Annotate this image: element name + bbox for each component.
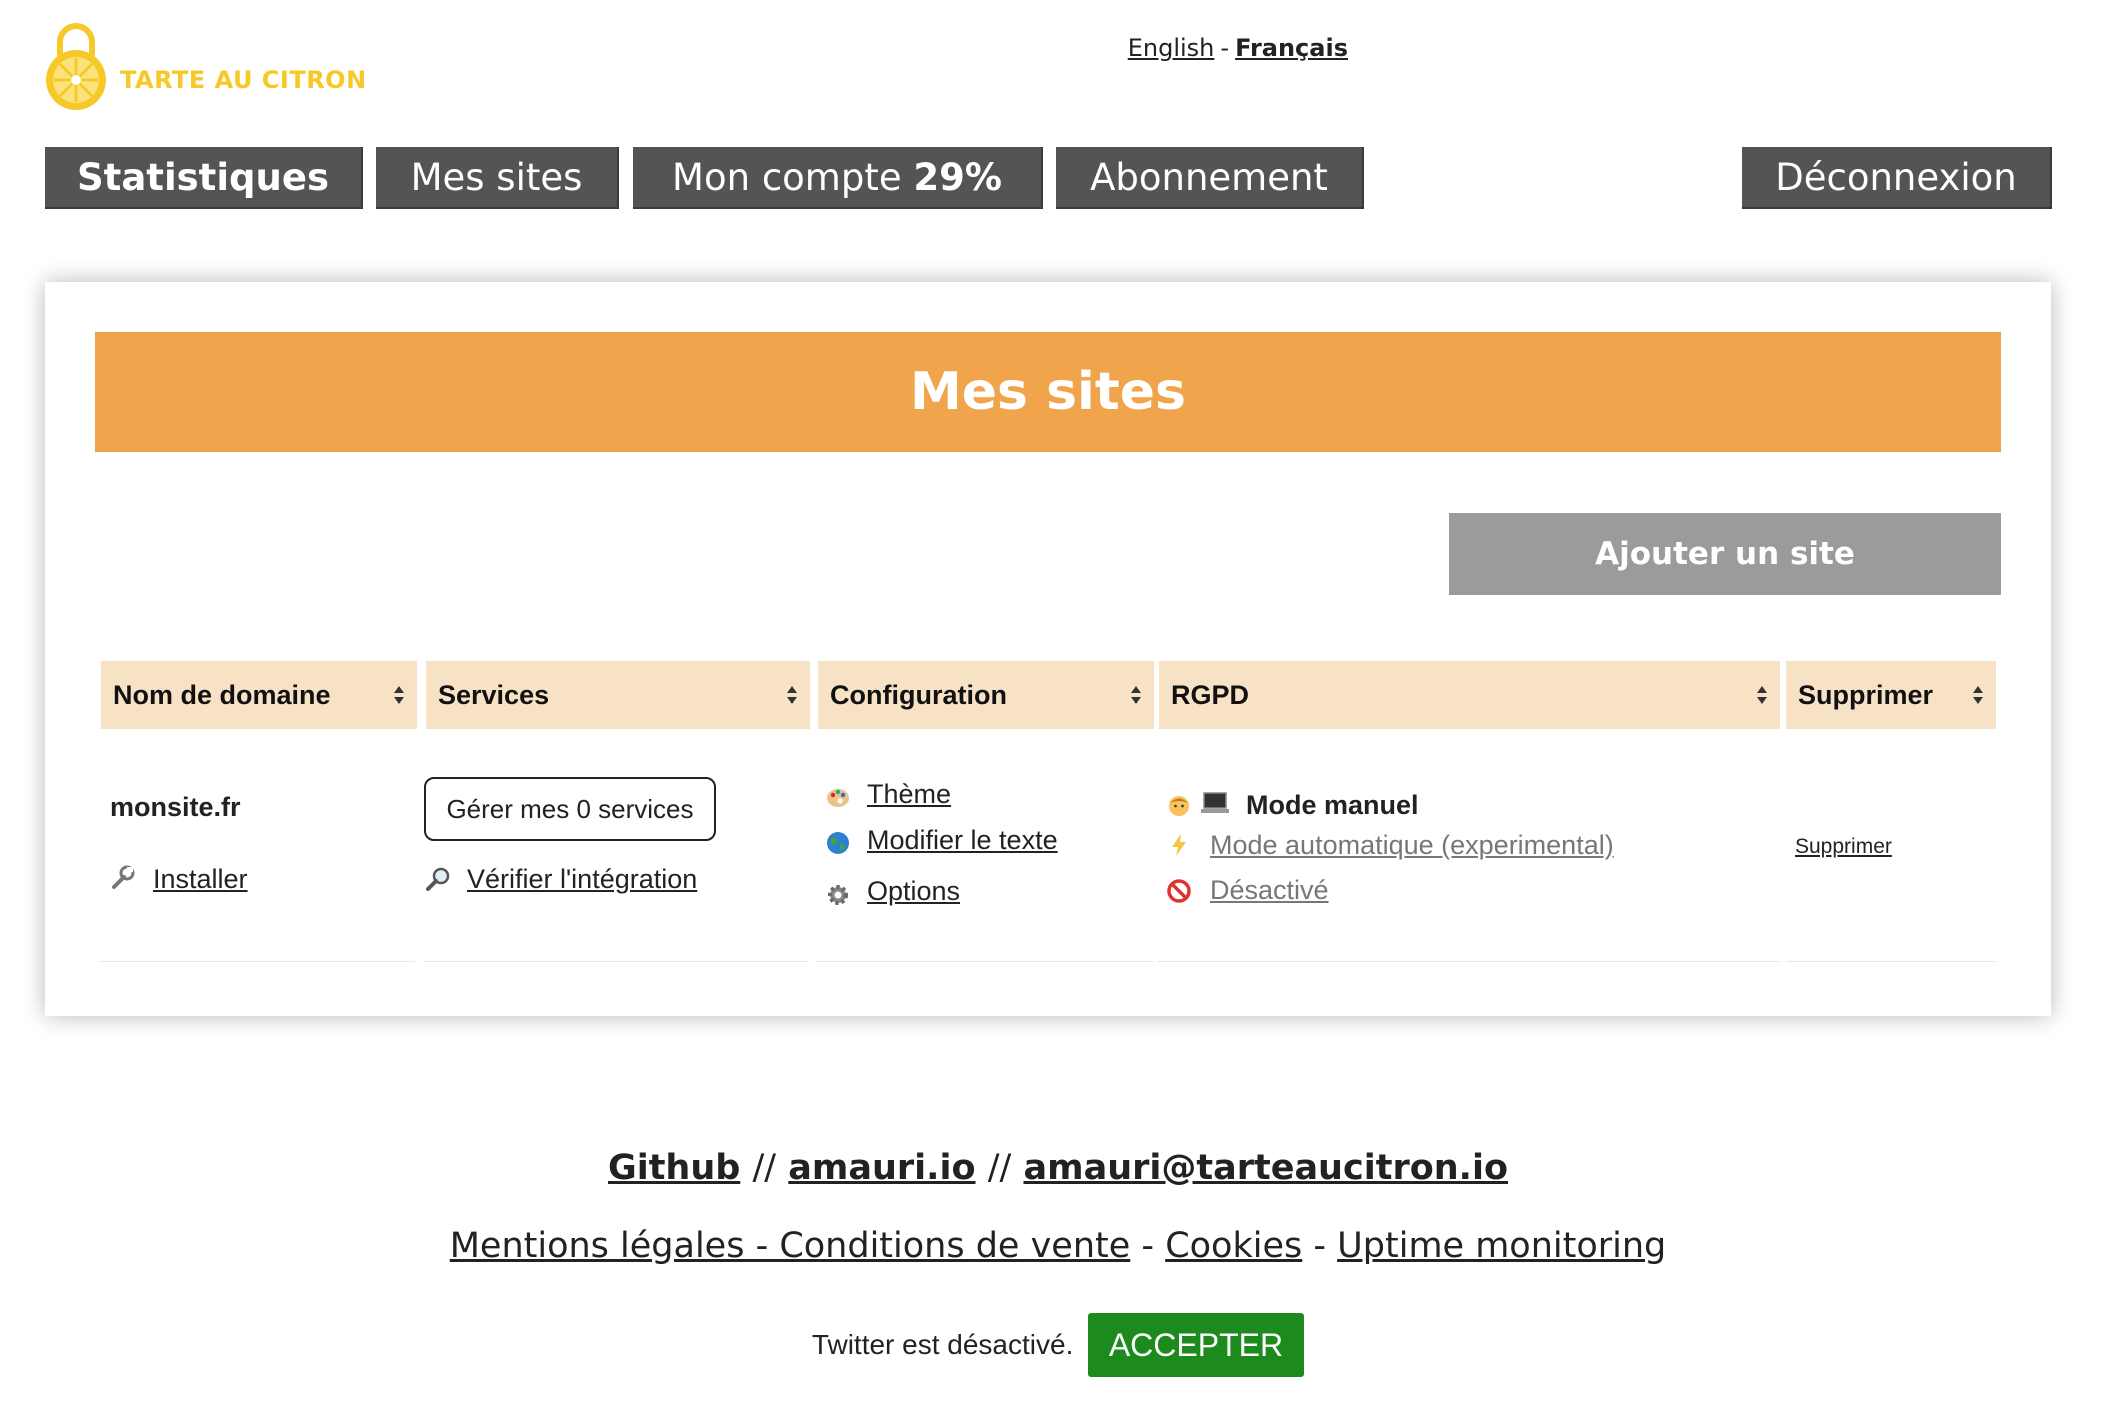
row-separator: [1786, 961, 1996, 962]
nav-account-label: Mon compte: [672, 156, 902, 199]
footer-separator: //: [987, 1148, 1012, 1188]
row-separator: [1157, 961, 1780, 962]
email-link[interactable]: amauri@tarteaucitron.io: [1023, 1148, 1508, 1188]
page: TARTE AU CITRON English - Français Statist…: [0, 0, 2116, 1422]
edit-text-link[interactable]: Modifier le texte: [867, 825, 1058, 856]
sort-icon: [787, 686, 797, 704]
column-header-domain[interactable]: Nom de domaine: [101, 661, 417, 729]
column-header-rgpd[interactable]: RGPD: [1159, 661, 1780, 729]
lang-french-link[interactable]: Français: [1235, 34, 1348, 62]
gear-icon: [828, 885, 848, 905]
lightning-icon: [1172, 834, 1186, 856]
account-completion-percent: 29%: [913, 156, 1002, 199]
delete-site-link[interactable]: Supprimer: [1795, 835, 1892, 859]
column-header-configuration[interactable]: Configuration: [818, 661, 1154, 729]
sites-card: Mes sites Ajouter un site Nom de domaine…: [45, 282, 2051, 1016]
add-site-button[interactable]: Ajouter un site: [1449, 513, 2001, 595]
uptime-monitoring-link[interactable]: Uptime monitoring: [1337, 1226, 1666, 1266]
options-link[interactable]: Options: [867, 876, 960, 907]
page-title: Mes sites: [95, 332, 2001, 452]
manage-services-button[interactable]: Gérer mes 0 services: [424, 777, 716, 841]
column-header-label: Nom de domaine: [113, 680, 331, 710]
install-link[interactable]: Installer: [153, 864, 248, 895]
logo[interactable]: TARTE AU CITRON: [42, 18, 367, 114]
footer-dash: -: [1141, 1226, 1155, 1266]
row-separator: [816, 961, 1153, 962]
language-switcher: English - Français: [1128, 34, 1348, 62]
globe-icon: [827, 832, 849, 854]
lemon-lock-icon: [46, 23, 106, 110]
accept-button[interactable]: ACCEPTER: [1087, 1313, 1305, 1377]
prohibited-icon: [1167, 879, 1191, 903]
column-header-delete[interactable]: Supprimer: [1786, 661, 1996, 729]
footer-dash: -: [1313, 1226, 1327, 1266]
top-navigation: Statistiques Mes sites Mon compte 29% Ab…: [45, 147, 2052, 211]
wrench-icon: [112, 865, 135, 889]
sort-icon: [394, 686, 404, 704]
column-header-label: Services: [438, 680, 550, 710]
nav-my-sites-button[interactable]: Mes sites: [376, 147, 619, 209]
footer-links-secondary: Mentions légales - Conditions de vente -…: [0, 1226, 2116, 1266]
nav-statistics-button[interactable]: Statistiques: [45, 147, 363, 209]
row-separator: [99, 961, 415, 962]
legal-terms-link[interactable]: Mentions légales - Conditions de vente: [450, 1226, 1131, 1266]
column-header-label: Supprimer: [1798, 680, 1934, 710]
palette-icon: [827, 789, 849, 807]
mode-automatic-link[interactable]: Mode automatique (experimental): [1210, 830, 1614, 861]
row-separator: [424, 961, 809, 962]
person-icon: [1169, 796, 1189, 816]
amauri-site-link[interactable]: amauri.io: [788, 1148, 975, 1188]
column-header-label: Configuration: [830, 680, 1007, 710]
nav-subscription-button[interactable]: Abonnement: [1056, 147, 1364, 209]
laptop-icon: [1201, 792, 1229, 813]
column-header-label: RGPD: [1171, 680, 1250, 710]
cookies-link[interactable]: Cookies: [1165, 1226, 1302, 1266]
github-link[interactable]: Github: [608, 1148, 740, 1188]
theme-link[interactable]: Thème: [867, 779, 951, 810]
domain-name: monsite.fr: [110, 792, 241, 822]
disabled-link[interactable]: Désactivé: [1210, 875, 1329, 906]
nav-account-button[interactable]: Mon compte 29%: [633, 147, 1043, 209]
column-header-services[interactable]: Services: [426, 661, 810, 729]
twitter-disabled-text: Twitter est désactivé.: [811, 1329, 1074, 1360]
logo-text: TARTE AU CITRON: [120, 66, 367, 94]
footer-separator: //: [752, 1148, 777, 1188]
logout-button[interactable]: Déconnexion: [1742, 147, 2052, 209]
sort-icon: [1757, 686, 1767, 704]
twitter-consent-bar: Twitter est désactivé. ACCEPTER: [0, 1313, 2116, 1377]
magnifier-icon: [426, 867, 450, 891]
lang-english-link[interactable]: English: [1128, 34, 1215, 62]
sort-icon: [1973, 686, 1983, 704]
mode-manual-label: Mode manuel: [1246, 790, 1419, 820]
lang-separator: -: [1220, 34, 1230, 62]
sort-icon: [1131, 686, 1141, 704]
verify-integration-link[interactable]: Vérifier l'intégration: [467, 864, 697, 895]
footer-links-primary: Github // amauri.io // amauri@tarteaucit…: [0, 1148, 2116, 1188]
